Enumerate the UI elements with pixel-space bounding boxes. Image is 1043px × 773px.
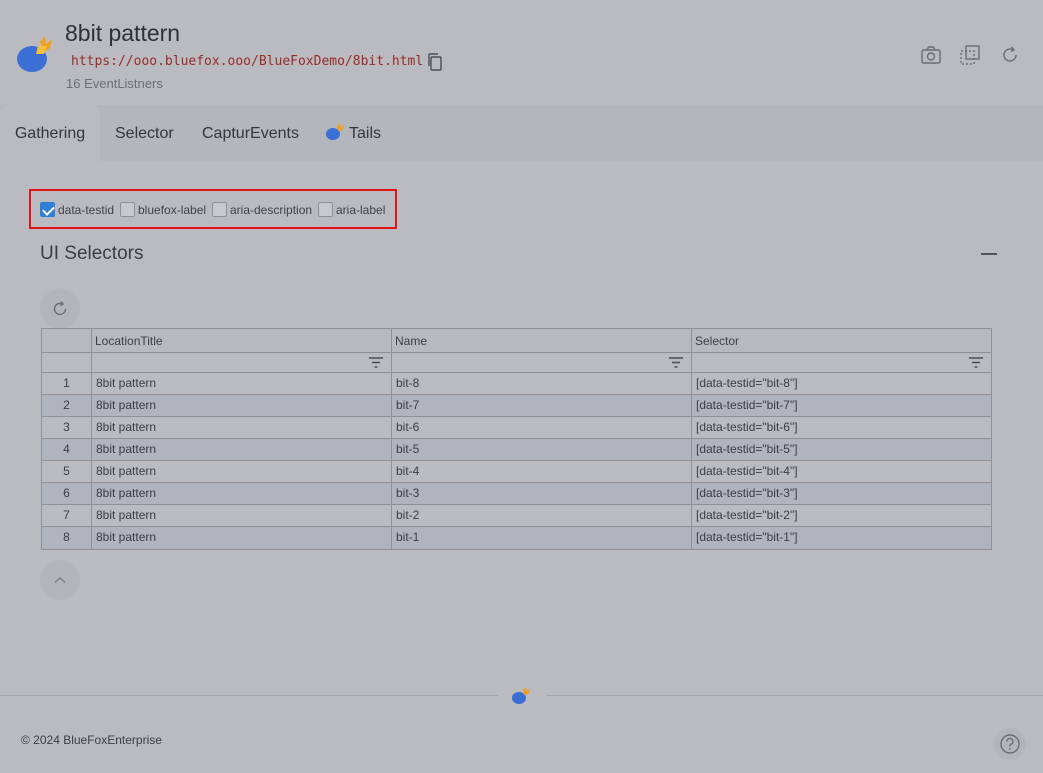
checkbox-unchecked-icon[interactable] [318,202,333,218]
selector-cell: [data-testid="bit-5"] [696,442,798,456]
filter-cell-name[interactable] [392,353,692,372]
location-title-cell: 8bit pattern [92,395,392,416]
bluefox-logo-icon [512,687,530,704]
tab-bar: Gathering Selector CapturEvents Tails [0,105,1043,161]
name-cell: bit-6 [392,417,692,438]
filter-icon[interactable] [669,357,683,368]
tab-gathering[interactable]: Gathering [0,105,100,161]
header-cell-index [42,329,92,352]
help-button[interactable] [994,728,1026,760]
tab-label: CapturEvents [202,125,299,142]
row-index-cell: 1 [42,373,92,394]
name-cell: bit-2 [392,505,692,526]
location-title-cell: 8bit pattern [92,505,392,526]
selectors-table: LocationTitle Name Selector 1 8bit patte… [41,328,992,550]
table-row[interactable]: 4 8bit pattern bit-5 [data-testid="bit-5… [42,439,991,461]
copy-icon[interactable] [427,53,443,71]
checkbox-label: aria-label [336,203,386,217]
section-title: UI Selectors [40,243,144,264]
row-index-cell: 4 [42,439,92,460]
footer-divider [546,695,1043,696]
name-cell: bit-1 [392,527,692,549]
checkbox-bluefox-label[interactable]: bluefox-label [120,202,207,219]
row-index-cell: 7 [42,505,92,526]
select-region-icon[interactable] [959,44,981,66]
header-cell-selector[interactable]: Selector [692,329,991,352]
table-row[interactable]: 5 8bit pattern bit-4 [data-testid="bit-4… [42,461,991,483]
collapse-section-button[interactable] [981,253,997,255]
filter-cell-index [42,353,92,372]
table-row[interactable]: 8 8bit pattern bit-1 [data-testid="bit-1… [42,527,991,549]
checkbox-checked-icon[interactable] [40,202,55,218]
header: 8bit pattern https://ooo.bluefox.ooo/Blu… [0,0,1043,105]
event-listener-count: 16 EventListners [66,76,163,91]
name-cell: bit-8 [392,373,692,394]
help-icon [1000,734,1020,754]
name-cell: bit-4 [392,461,692,482]
tab-tails[interactable]: Tails [325,105,381,161]
tab-label: Tails [349,125,382,142]
location-title-cell: 8bit pattern [92,527,392,549]
selector-cell: [data-testid="bit-2"] [696,508,798,522]
name-cell: bit-5 [392,439,692,460]
filter-cell-selector[interactable] [692,353,991,372]
name-cell: bit-7 [392,395,692,416]
copyright-text: © 2024 BlueFoxEnterprise [21,733,162,747]
location-title-cell: 8bit pattern [92,483,392,504]
selector-cell: [data-testid="bit-7"] [696,398,798,412]
filter-cell-locationtitle[interactable] [92,353,392,372]
tab-capturevents[interactable]: CapturEvents [202,105,299,161]
checkbox-aria-description[interactable]: aria-description [212,202,313,219]
filter-icon[interactable] [969,357,983,368]
filter-icon[interactable] [369,357,383,368]
table-row[interactable]: 7 8bit pattern bit-2 [data-testid="bit-2… [42,505,991,527]
row-index-cell: 2 [42,395,92,416]
refresh-icon[interactable] [999,44,1021,66]
name-cell: bit-3 [392,483,692,504]
chevron-up-icon [54,577,66,584]
selector-cell: [data-testid="bit-4"] [696,464,798,478]
page-title: 8bit pattern [65,20,181,46]
row-index-cell: 8 [42,527,92,549]
header-cell-locationtitle[interactable]: LocationTitle [92,329,392,352]
checkbox-unchecked-icon[interactable] [120,202,135,218]
table-row[interactable]: 6 8bit pattern bit-3 [data-testid="bit-3… [42,483,991,505]
row-index-cell: 6 [42,483,92,504]
attribute-checkbox-group: data-testid bluefox-label aria-descripti… [29,189,397,229]
filter-row [42,353,991,373]
header-cell-name[interactable]: Name [392,329,692,352]
location-title-cell: 8bit pattern [92,373,392,394]
scroll-to-top-button[interactable] [40,560,80,600]
page-url: https://ooo.bluefox.ooo/BlueFoxDemo/8bit… [71,54,424,69]
tab-label: Gathering [14,125,86,142]
footer-divider [0,695,498,696]
row-index-cell: 5 [42,461,92,482]
location-title-cell: 8bit pattern [92,417,392,438]
location-title-cell: 8bit pattern [92,439,392,460]
checkbox-label: data-testid [58,203,115,217]
table-row[interactable]: 1 8bit pattern bit-8 [data-testid="bit-8… [42,373,991,395]
selector-cell: [data-testid="bit-6"] [696,420,798,434]
selector-cell: [data-testid="bit-1"] [696,530,798,544]
selector-cell: [data-testid="bit-8"] [696,376,798,390]
checkbox-label: aria-description [230,203,313,217]
table-header: LocationTitle Name Selector [42,329,991,353]
camera-icon[interactable] [920,44,942,66]
tab-label: Selector [115,125,174,142]
row-index-cell: 3 [42,417,92,438]
checkbox-aria-label[interactable]: aria-label [318,202,386,219]
checkbox-data-testid[interactable]: data-testid [40,202,115,219]
location-title-cell: 8bit pattern [92,461,392,482]
bluefox-logo-icon [326,123,344,141]
tab-selector[interactable]: Selector [115,105,174,161]
table-row[interactable]: 3 8bit pattern bit-6 [data-testid="bit-6… [42,417,991,439]
refresh-selectors-button[interactable] [40,289,80,329]
table-row[interactable]: 2 8bit pattern bit-7 [data-testid="bit-7… [42,395,991,417]
selector-cell: [data-testid="bit-3"] [696,486,798,500]
checkbox-unchecked-icon[interactable] [212,202,227,218]
bluefox-logo-icon [17,36,52,72]
refresh-icon [53,301,67,316]
checkbox-label: bluefox-label [138,203,207,217]
